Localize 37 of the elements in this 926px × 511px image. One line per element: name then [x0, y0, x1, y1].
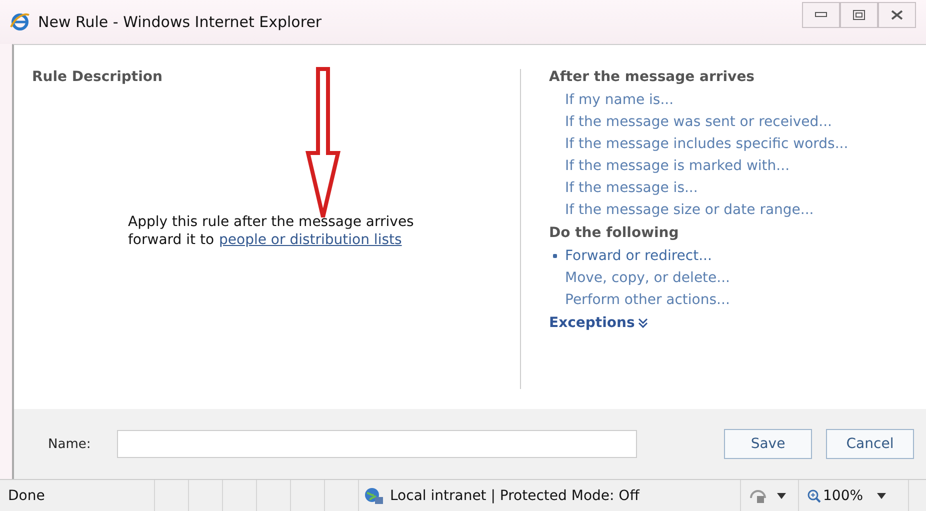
close-icon [891, 10, 903, 20]
globe-icon [364, 486, 384, 504]
minimize-button[interactable] [802, 2, 840, 28]
maximize-button[interactable] [840, 2, 878, 28]
action-link[interactable]: Move, copy, or delete... [551, 269, 730, 287]
chevron-icon [638, 318, 648, 328]
section-heading: After the message arrives [549, 69, 756, 85]
caret-icon[interactable] [877, 492, 886, 498]
cancel-button[interactable]: Cancel [826, 429, 914, 459]
status-text: Done [8, 488, 45, 504]
zoom-icon[interactable] [807, 488, 821, 502]
rule-text: forward it to [128, 231, 214, 249]
section-heading: Rule Description [32, 69, 164, 85]
name-field[interactable] [116, 430, 637, 458]
condition-link[interactable]: If the message includes specific words... [565, 135, 848, 153]
condition-link[interactable]: If the message is... [565, 179, 698, 197]
condition-link[interactable]: If my name is... [565, 91, 674, 109]
caret-icon[interactable] [777, 492, 786, 498]
browser-logo-icon [10, 12, 30, 32]
action-link[interactable]: Forward or redirect... [551, 247, 712, 265]
window-title: New Rule - Windows Internet Explorer [38, 13, 323, 31]
save-button[interactable]: Save [724, 429, 812, 459]
condition-link[interactable]: If the message was sent or received... [565, 113, 832, 131]
maximize-icon [853, 10, 865, 20]
name-label: Name: [48, 436, 91, 452]
rule-text: Apply this rule after the message arrives [128, 213, 415, 231]
close-button[interactable] [878, 2, 916, 28]
section-heading: Do the following [549, 225, 680, 241]
condition-link[interactable]: If the message size or date range... [565, 201, 814, 219]
security-zone-text: Local intranet | Protected Mode: Off [390, 488, 640, 504]
condition-link[interactable]: If the message is marked with... [565, 157, 790, 175]
recipients-link[interactable]: people or distribution lists [219, 231, 402, 249]
zoom-level[interactable]: 100% [823, 488, 864, 504]
action-link[interactable]: Perform other actions... [551, 291, 730, 309]
minimize-icon [815, 12, 827, 18]
security-icon[interactable] [749, 488, 767, 504]
exceptions-link[interactable]: Exceptions [549, 315, 848, 331]
